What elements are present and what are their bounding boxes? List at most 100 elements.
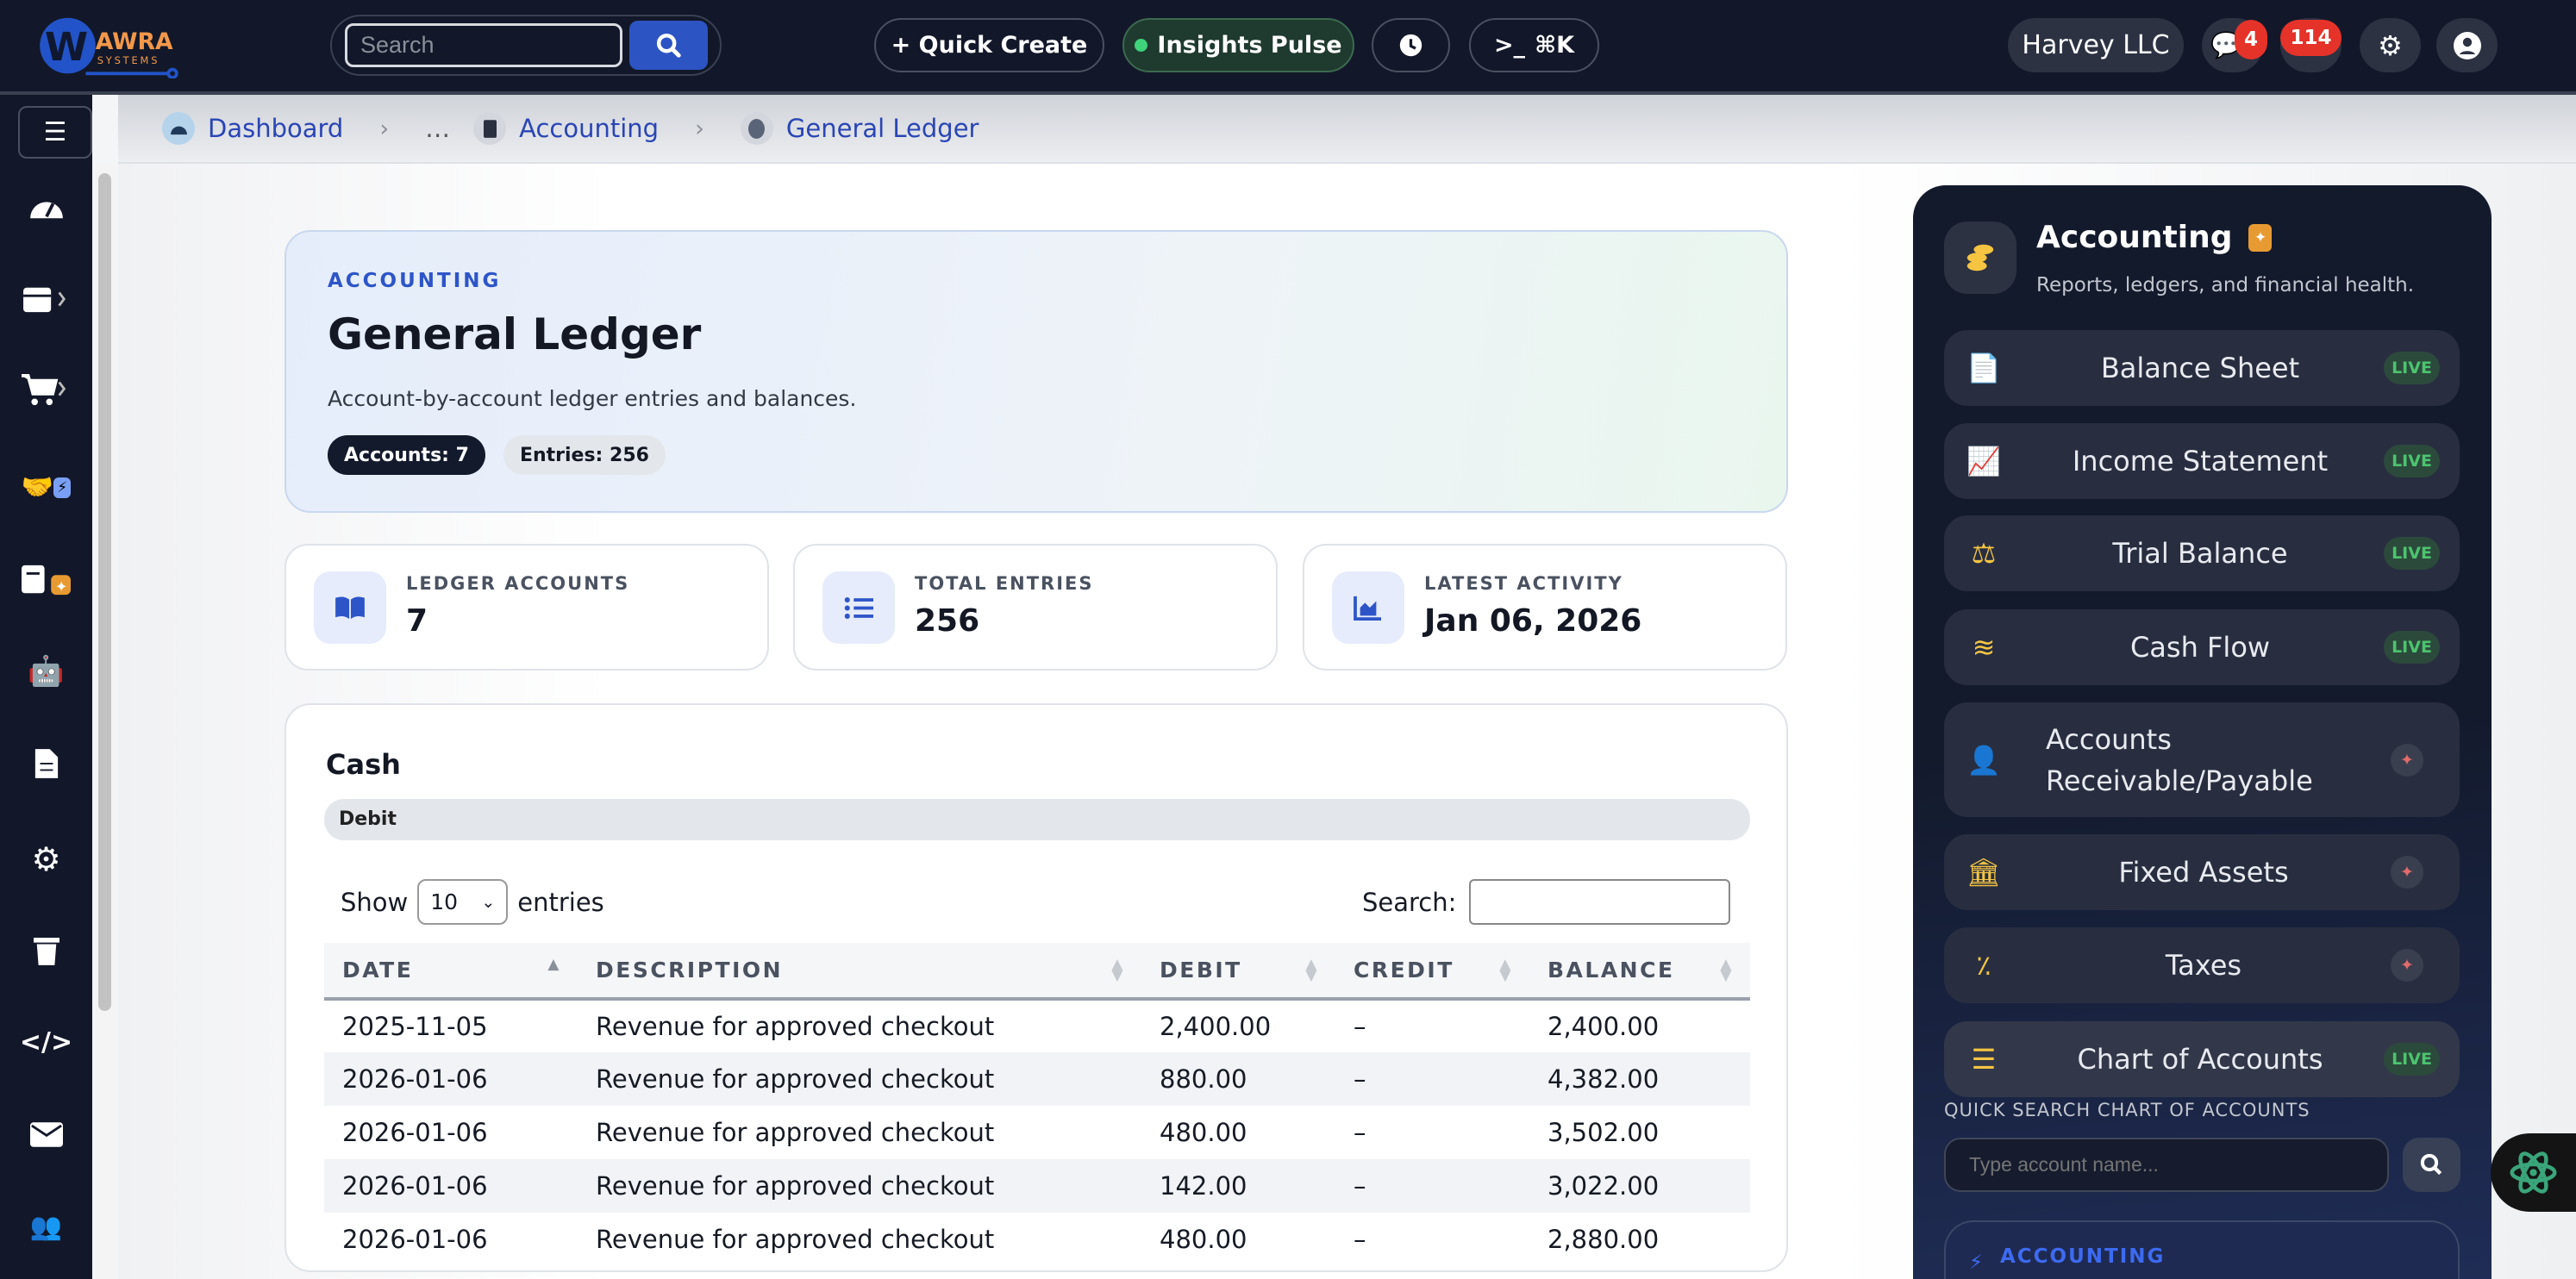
nav-inventory[interactable] <box>0 274 92 323</box>
ledger-account-card: Cash Debit Show 10 ⌄ entries Search: DATE… <box>284 703 1788 1272</box>
sort-icon: ▲ ▼ <box>1305 956 1319 984</box>
invoice-dollar-icon: 📄 <box>1966 352 2001 384</box>
column-balance[interactable]: BALANCE ▲ ▼ <box>1529 943 1750 1001</box>
table-cell: – <box>1354 1012 1366 1041</box>
gear-icon: ⚙ <box>2378 28 2403 62</box>
nav-developer[interactable]: </> <box>0 1018 92 1067</box>
nav-accounting[interactable]: ✦ <box>0 555 92 604</box>
table-row: 2026-01-06 Revenue for approved checkout 4… <box>324 1106 1750 1159</box>
accounts-chip: Accounts: 7 <box>328 435 485 475</box>
panel-item-chart-of-accounts[interactable]: ☰ Chart of Accounts LIVE <box>1944 1021 2460 1097</box>
hamburger-icon: ☰ <box>43 117 67 147</box>
account-search-input[interactable] <box>1944 1138 2389 1192</box>
sort-icon: ▲ ▼ <box>1499 956 1513 984</box>
panel-item-label: Fixed Assets <box>2118 856 2289 889</box>
quick-create-button[interactable]: + Quick Create <box>874 18 1104 72</box>
table-cell: – <box>1354 1118 1366 1147</box>
panel-item-taxes[interactable]: ٪ Taxes ✦ <box>1944 927 2460 1003</box>
panel-item-label: Taxes <box>2165 949 2242 982</box>
company-switcher[interactable]: Harvey LLC <box>2008 18 2184 72</box>
nav-dashboard[interactable] <box>0 182 92 231</box>
panel-item-label: Accounts Receivable/Payable <box>2046 722 2313 797</box>
table-cell: 2,400.00 <box>1160 1012 1272 1041</box>
column-debit[interactable]: DEBIT ▲ ▼ <box>1141 943 1335 1001</box>
nav-ai[interactable]: 🤖 <box>0 646 92 696</box>
breadcrumb-general-ledger: General Ledger <box>740 112 979 145</box>
profile-button[interactable] <box>2436 18 2498 72</box>
panel-item-income-statement[interactable]: 📈 Income Statement LIVE <box>1944 423 2460 499</box>
entries-label: entries <box>517 887 604 917</box>
command-palette-button[interactable]: >_ ⌘K <box>1469 18 1599 72</box>
search-button[interactable] <box>629 21 708 70</box>
breadcrumb-dashboard[interactable]: Dashboard <box>162 112 343 145</box>
table-search-input[interactable] <box>1469 879 1731 925</box>
panel-item-trial-balance[interactable]: ⚖ Trial Balance LIVE <box>1944 515 2460 591</box>
panel-item-balance-sheet[interactable]: 📄 Balance Sheet LIVE <box>1944 330 2460 406</box>
sidebar-scrollbar[interactable] <box>95 164 115 1279</box>
table-row: 2026-01-06 Revenue for approved checkout 1… <box>324 1159 1750 1213</box>
coming-soon-badge: ✦ <box>2391 743 2423 777</box>
panel-item-accounts-receivable-payable[interactable]: 👤 Accounts Receivable/Payable ✦ <box>1944 702 2460 817</box>
sort-icon: ▲ ▼ <box>1720 956 1734 984</box>
nav-mail[interactable] <box>0 1110 92 1159</box>
entries-per-page-select[interactable]: 10 ⌄ <box>417 879 509 925</box>
nav-crm[interactable]: 🤝 ⚡ <box>0 463 92 512</box>
table-cell: 142.00 <box>1141 1159 1335 1213</box>
settings-button[interactable]: ⚙ <box>2360 18 2421 72</box>
column-credit[interactable]: CREDIT ▲ ▼ <box>1335 943 1529 1001</box>
atom-icon <box>2510 1151 2557 1194</box>
page-subtitle: Account-by-account ledger entries and ba… <box>328 386 857 411</box>
code-icon: </> <box>19 1027 73 1058</box>
breadcrumb-accounting[interactable]: Accounting <box>473 112 659 145</box>
table-cell: – <box>1335 1159 1529 1213</box>
nav-documents[interactable] <box>0 739 92 788</box>
scale-icon: ⚖ <box>1971 537 1997 570</box>
nav-sales[interactable] <box>0 365 92 415</box>
ai-assistant-button[interactable] <box>2491 1133 2576 1212</box>
column-description[interactable]: DESCRIPTION ▲ ▼ <box>578 943 1141 1001</box>
bolt-badge-icon: ⚡ <box>53 477 72 498</box>
account-name: Cash <box>326 748 401 781</box>
scrollbar-thumb[interactable] <box>98 173 111 1011</box>
awra-logo[interactable]: W AWRA SYSTEMS <box>36 13 181 78</box>
book-icon <box>473 112 507 145</box>
search-input[interactable] <box>345 23 622 67</box>
svg-text:AWRA: AWRA <box>96 28 173 55</box>
table-cell: 3,022.00 <box>1529 1159 1750 1213</box>
breadcrumb-ellipsis[interactable]: … <box>425 114 450 143</box>
breadcrumb-separator: › <box>379 115 390 142</box>
menu-toggle-button[interactable]: ☰ <box>18 106 92 159</box>
live-badge: LIVE <box>2384 631 2440 664</box>
column-date[interactable]: DATE ▲ <box>324 943 578 1001</box>
chart-line-icon: 📈 <box>1966 445 2001 477</box>
account-search-button[interactable] <box>2403 1138 2460 1192</box>
nav-team[interactable]: 👥 <box>0 1202 92 1251</box>
table-cell: 2026-01-06 <box>324 1159 578 1213</box>
robot-icon: 🤖 <box>28 653 65 689</box>
coins-icon <box>1944 221 2016 294</box>
clock-icon <box>1399 34 1422 57</box>
nav-settings[interactable]: ⚙ <box>0 834 92 883</box>
table-cell: 2,400.00 <box>1547 1012 1660 1041</box>
sort-icon: ▲ <box>547 956 561 973</box>
table-cell: 2025-11-05 <box>342 1012 488 1041</box>
chevron-down-icon: ⌄ <box>481 892 496 912</box>
svg-text:✦: ✦ <box>55 578 67 596</box>
envelope-icon <box>29 1122 63 1147</box>
entries-per-page-value: 10 <box>430 889 459 914</box>
stat-latest-activity: LATEST ACTIVITY Jan 06, 2026 <box>1303 544 1787 671</box>
insights-label: Insights Pulse <box>1157 32 1342 59</box>
table-row: 2025-11-05 Revenue for approved checkout 2… <box>324 999 1750 1052</box>
insights-pulse-button[interactable]: Insights Pulse <box>1122 18 1354 72</box>
history-button[interactable] <box>1372 18 1450 72</box>
panel-subtitle: Reports, ledgers, and financial health. <box>2036 274 2415 296</box>
live-badge: LIVE <box>2384 445 2440 477</box>
promo-kicker: ACCOUNTING <box>2000 1245 2166 1268</box>
table-row: 2026-01-06 Revenue for approved checkout 8… <box>324 1052 1750 1106</box>
status-dot-icon <box>1135 39 1148 52</box>
live-badge: LIVE <box>2384 1043 2440 1076</box>
panel-item-fixed-assets[interactable]: 🏛 Fixed Assets ✦ <box>1944 834 2460 910</box>
panel-item-cash-flow[interactable]: ≋ Cash Flow LIVE <box>1944 609 2460 685</box>
table-cell: Revenue for approved checkout <box>596 1225 995 1254</box>
nav-trash[interactable] <box>0 926 92 975</box>
